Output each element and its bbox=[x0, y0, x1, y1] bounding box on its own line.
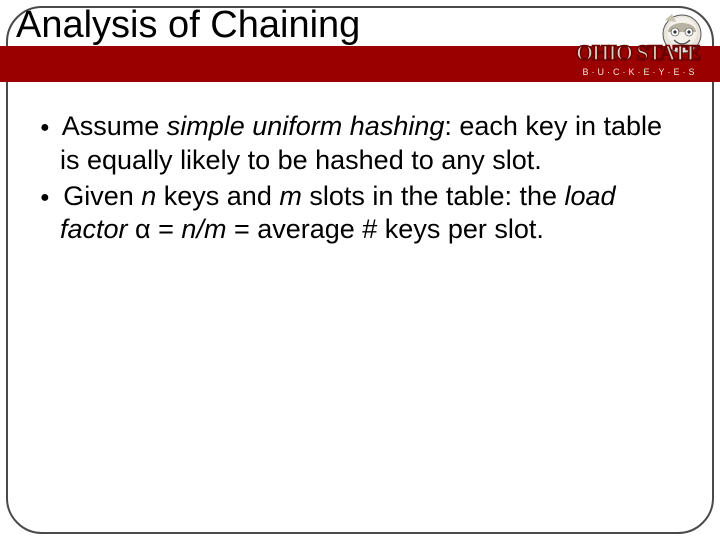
bullet-item: Assume simple uniform hashing: each key … bbox=[40, 110, 680, 178]
text: = average # keys per slot. bbox=[226, 214, 543, 244]
ohio-state-logo: OHIO STATE B·U·C·K·E·Y·E·S bbox=[576, 6, 706, 90]
text: Given bbox=[63, 181, 141, 211]
svg-text:OHIO STATE: OHIO STATE bbox=[576, 40, 701, 65]
slide-title: Analysis of Chaining bbox=[16, 4, 360, 47]
logo-subtext: B·U·C·K·E·Y·E·S bbox=[583, 67, 698, 77]
italic-term: n/m bbox=[181, 214, 226, 244]
italic-term: n bbox=[141, 181, 156, 211]
text: Assume bbox=[62, 111, 167, 141]
italic-term: m bbox=[279, 181, 302, 211]
bullet-list: Assume simple uniform hashing: each key … bbox=[40, 110, 680, 249]
text: α = bbox=[128, 214, 182, 244]
text: slots in the table: the bbox=[302, 181, 565, 211]
italic-term: simple uniform hashing bbox=[167, 111, 445, 141]
bullet-item: Given n keys and m slots in the table: t… bbox=[40, 180, 680, 248]
text: keys and bbox=[156, 181, 279, 211]
